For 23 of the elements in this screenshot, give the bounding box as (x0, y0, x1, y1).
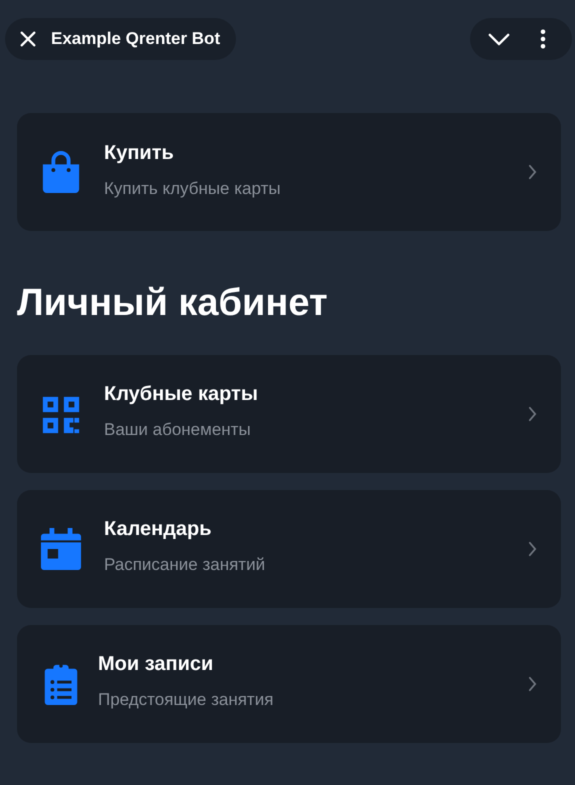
chevron-right-icon (528, 164, 537, 180)
chevron-right-icon (528, 540, 537, 557)
calendar-icon (40, 526, 82, 572)
card-title: Клубные карты (104, 383, 258, 406)
chevron-down-icon[interactable] (488, 32, 510, 46)
card-title: Купить (104, 142, 174, 164)
card-subtitle: Ваши абонементы (104, 420, 251, 440)
card-subtitle: Предстоящие занятия (98, 690, 274, 710)
card-title: Мои записи (98, 653, 214, 676)
card-title: Календарь (104, 518, 212, 542)
menu-card[interactable]: Мои записи Предстоящие занятия (17, 624, 561, 743)
chevron-right-icon (528, 406, 537, 422)
menu-card[interactable]: Клубные карты Ваши абонементы (17, 354, 561, 473)
bot-title: Example Qrenter Bot (51, 29, 220, 49)
section-title: Личный кабинет (17, 283, 329, 325)
card-subtitle: Расписание занятий (104, 555, 266, 576)
card-subtitle: Купить клубные карты (104, 178, 281, 198)
menu-card[interactable]: Купить Купить клубные карты (17, 113, 561, 231)
menu-card[interactable]: Календарь Расписание занятий (17, 490, 561, 608)
close-icon[interactable] (19, 30, 37, 48)
shopping-bag-icon (40, 149, 82, 195)
more-icon[interactable] (540, 29, 546, 49)
chevron-right-icon (528, 676, 537, 692)
